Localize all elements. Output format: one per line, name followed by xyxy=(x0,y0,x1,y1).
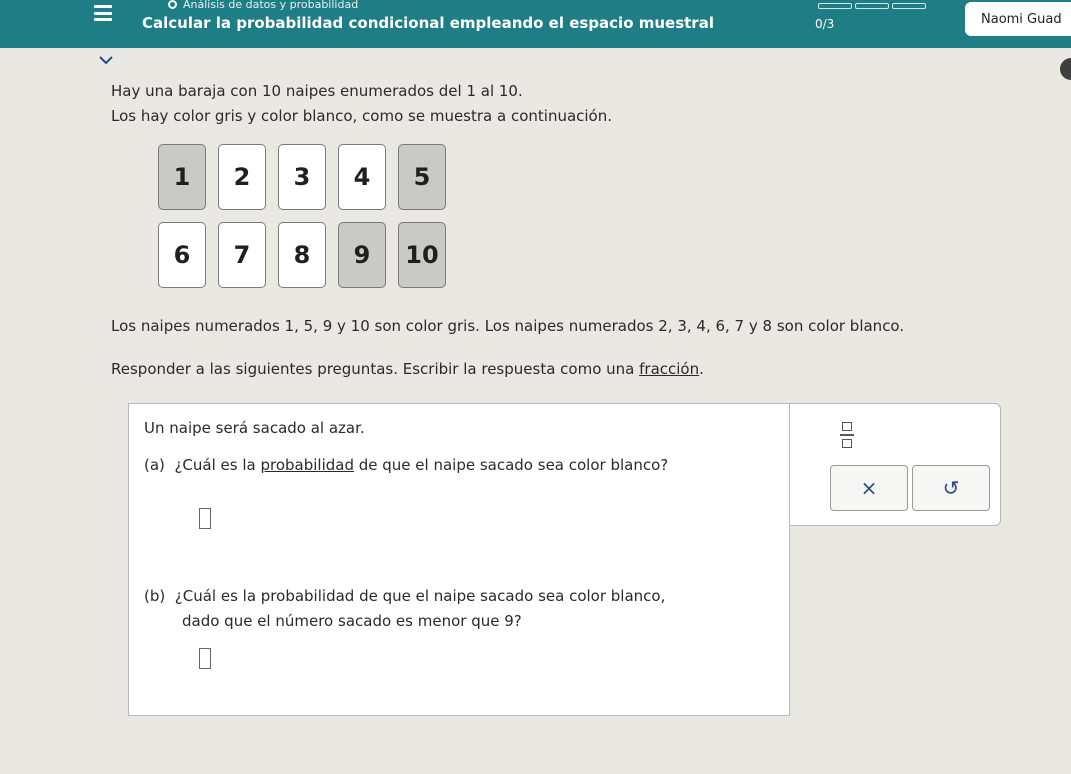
question-b: (b) ¿Cuál es la probabilidad de que el n… xyxy=(144,587,665,605)
breadcrumb-text: Análisis de datos y probabilidad xyxy=(183,0,359,11)
intro-line-2: Los hay color gris y color blanco, como … xyxy=(111,107,613,125)
intro-line-1: Hay una baraja con 10 naipes enumerados … xyxy=(111,82,523,100)
question-b-label: (b) xyxy=(144,587,166,605)
breadcrumb: Análisis de datos y probabilidad xyxy=(168,0,358,11)
undo-button[interactable]: ↺ xyxy=(912,465,990,511)
card-6: 6 xyxy=(158,222,206,288)
chevron-down-icon[interactable] xyxy=(96,50,116,70)
card-7: 7 xyxy=(218,222,266,288)
fraction-icon[interactable] xyxy=(840,422,854,448)
progress-bar xyxy=(818,3,926,9)
card-2: 2 xyxy=(218,144,266,210)
topic-dot-icon xyxy=(168,0,177,9)
question-a-text: ¿Cuál es la xyxy=(174,456,261,474)
question-b-line-2: dado que el número sacado es menor que 9… xyxy=(182,612,522,630)
cards-grid: 1 2 3 4 5 6 7 8 9 10 xyxy=(158,144,446,288)
side-scroll-handle[interactable] xyxy=(1060,58,1071,80)
card-9: 9 xyxy=(338,222,386,288)
menu-icon[interactable] xyxy=(92,2,114,24)
instructions-text: Responder a las siguientes preguntas. Es… xyxy=(111,360,640,378)
card-4: 4 xyxy=(338,144,386,210)
card-1: 1 xyxy=(158,144,206,210)
card-10: 10 xyxy=(398,222,446,288)
question-a-label: (a) xyxy=(144,456,165,474)
instructions: Responder a las siguientes preguntas. Es… xyxy=(111,360,704,378)
answer-a-input[interactable] xyxy=(199,508,211,529)
question-b-line-1: ¿Cuál es la probabilidad de que el naipe… xyxy=(174,587,666,605)
question-panel: Un naipe será sacado al azar. (a) ¿Cuál … xyxy=(128,403,790,716)
progress-count: 0/3 xyxy=(815,17,835,31)
top-bar: Análisis de datos y probabilidad Calcula… xyxy=(0,0,1071,48)
question-a: (a) ¿Cuál es la probabilidad de que el n… xyxy=(144,456,668,474)
question-a-text-end: de que el naipe sacado sea color blanco? xyxy=(353,456,669,474)
tool-panel: × ↺ xyxy=(790,403,1001,526)
user-name-button[interactable]: Naomi Guad xyxy=(965,2,1071,36)
instructions-end: . xyxy=(699,360,704,378)
fraction-link[interactable]: fracción xyxy=(639,360,699,378)
card-8: 8 xyxy=(278,222,326,288)
answer-b-input[interactable] xyxy=(199,648,211,669)
card-5: 5 xyxy=(398,144,446,210)
page-title: Calcular la probabilidad condicional emp… xyxy=(142,14,714,32)
card-3: 3 xyxy=(278,144,326,210)
question-intro: Un naipe será sacado al azar. xyxy=(144,419,365,437)
clear-button[interactable]: × xyxy=(830,465,908,511)
probability-link[interactable]: probabilidad xyxy=(260,456,354,474)
colors-note: Los naipes numerados 1, 5, 9 y 10 son co… xyxy=(111,317,905,335)
